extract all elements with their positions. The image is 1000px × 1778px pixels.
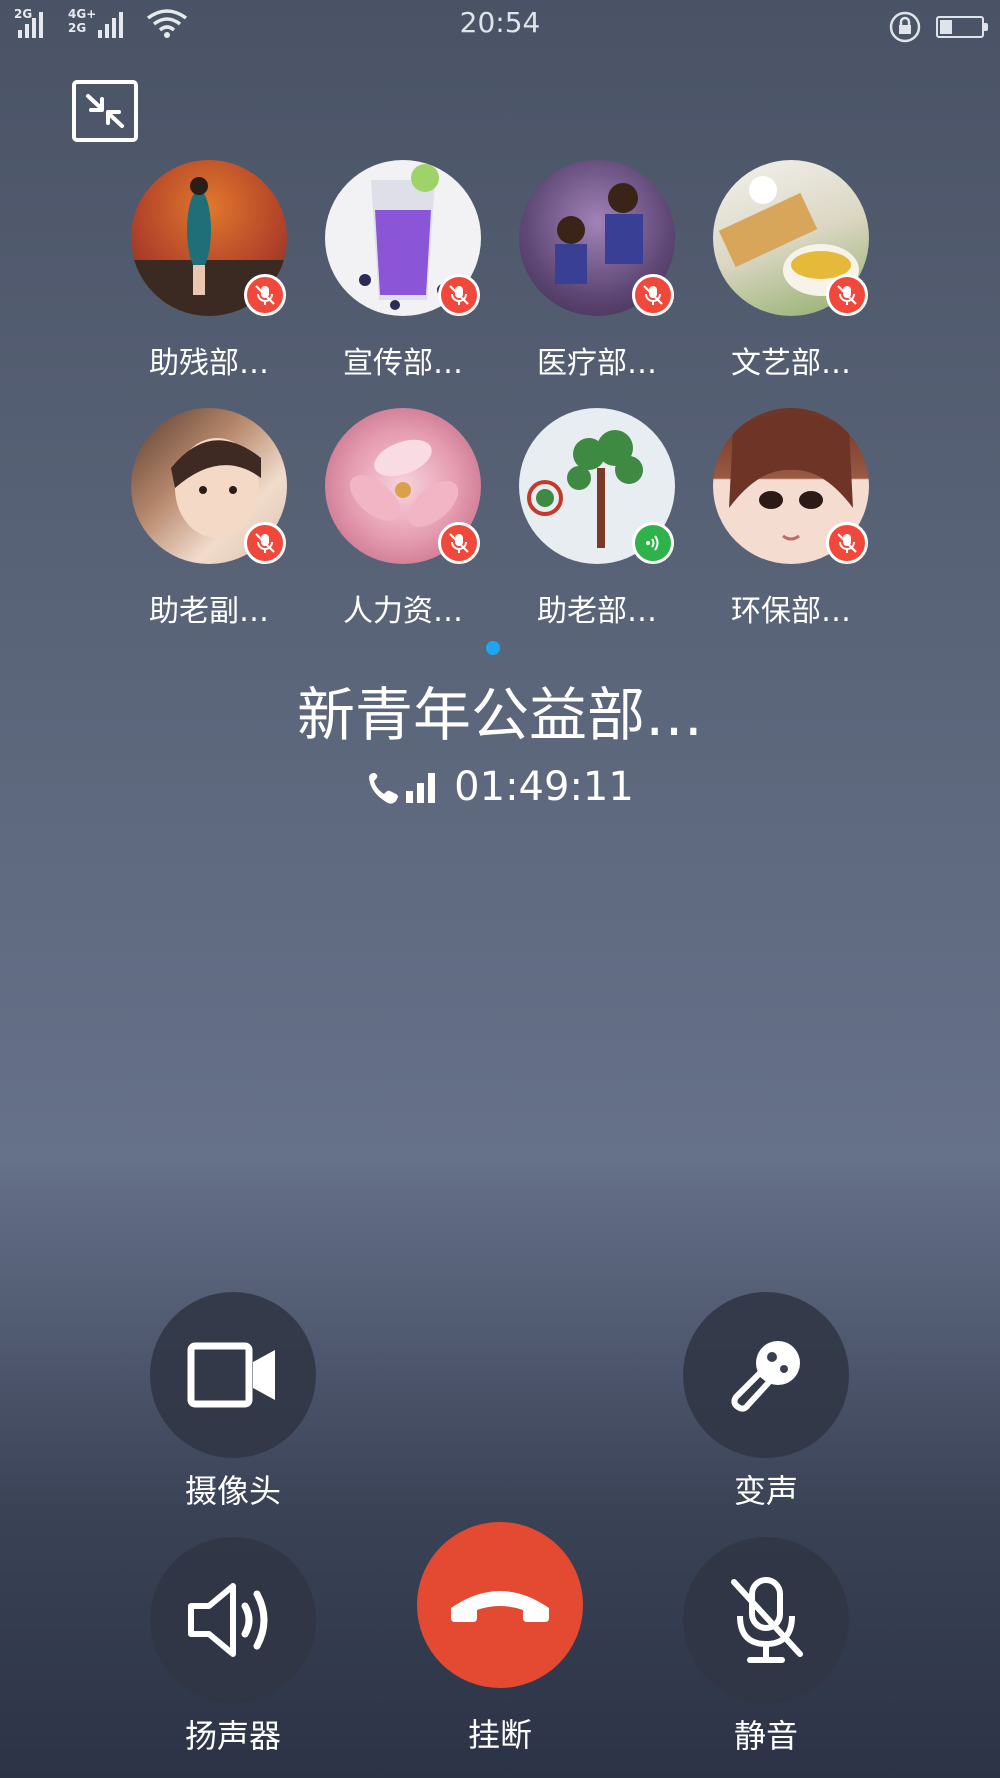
battery-level <box>940 20 952 34</box>
camera-icon <box>187 1342 275 1408</box>
hangup-label: 挂断 <box>467 1716 532 1754</box>
muted-badge <box>632 274 674 316</box>
participants-grid: 助残部… 宣传部… 医疗部… 文艺部… 助老副… 人力资… 助老部… 环保部… <box>120 160 900 638</box>
participant-tile[interactable]: 助老部… <box>508 408 702 638</box>
participant-name: 人力资… <box>343 594 463 629</box>
camera-label: 摄像头 <box>184 1472 281 1510</box>
call-info: 01:49:11 <box>0 764 1000 810</box>
mic-off-icon <box>837 533 857 553</box>
hangup-icon <box>451 1591 549 1622</box>
muted-badge <box>244 274 286 316</box>
mic-off-icon <box>643 285 663 305</box>
participant-tile[interactable]: 医疗部… <box>508 160 702 390</box>
mic-off-icon <box>731 1577 803 1663</box>
participant-name: 宣传部… <box>343 346 463 381</box>
speaker-control: 扬声器 <box>150 1537 316 1757</box>
camera-button[interactable] <box>150 1292 316 1458</box>
muted-badge <box>244 522 286 564</box>
participant-name: 助老副… <box>149 594 269 629</box>
clock: 20:54 <box>459 6 541 39</box>
participant-name: 助残部… <box>149 346 269 381</box>
mic-off-icon <box>449 285 469 305</box>
speaker-button[interactable] <box>150 1537 316 1703</box>
speaker-icon <box>188 1583 268 1657</box>
participant-name: 助老部… <box>537 594 657 629</box>
participant-tile[interactable]: 人力资… <box>314 408 508 638</box>
muted-badge <box>826 274 868 316</box>
participant-tile[interactable]: 助老副… <box>120 408 314 638</box>
call-duration: 01:49:11 <box>454 764 634 810</box>
voice-changer-button[interactable] <box>683 1292 849 1458</box>
participant-name: 文艺部… <box>731 346 851 381</box>
mic-off-icon <box>255 533 275 553</box>
voice-changer-label: 变声 <box>733 1472 798 1510</box>
status-right <box>888 10 988 44</box>
page-indicator <box>486 641 500 655</box>
minimize-icon <box>86 94 124 128</box>
mic-off-icon <box>255 285 275 305</box>
speaking-badge <box>632 522 674 564</box>
muted-badge <box>438 522 480 564</box>
minimize-button[interactable] <box>72 80 138 142</box>
participant-name: 医疗部… <box>537 346 657 381</box>
mute-label: 静音 <box>733 1717 798 1755</box>
muted-badge <box>826 522 868 564</box>
participant-tile[interactable]: 文艺部… <box>702 160 896 390</box>
hangup-control: 挂断 <box>417 1522 583 1756</box>
rotation-lock-icon <box>889 11 921 43</box>
hangup-button[interactable] <box>417 1522 583 1688</box>
battery-icon <box>936 16 988 38</box>
camera-control: 摄像头 <box>150 1292 316 1512</box>
voice-changer-control: 变声 <box>683 1292 849 1512</box>
mute-button[interactable] <box>683 1537 849 1703</box>
participant-tile[interactable]: 环保部… <box>702 408 896 638</box>
mic-off-icon <box>449 533 469 553</box>
voice-changer-icon <box>731 1341 800 1412</box>
status-bar: 2G 4G+ 2G 20:54 <box>0 0 1000 50</box>
speaking-icon <box>646 535 659 551</box>
participant-tile[interactable]: 助残部… <box>120 160 314 390</box>
mic-off-icon <box>837 285 857 305</box>
mute-control: 静音 <box>683 1537 849 1757</box>
call-signal-icon <box>369 773 436 804</box>
muted-badge <box>438 274 480 316</box>
speaker-label: 扬声器 <box>184 1717 281 1755</box>
group-name: 新青年公益部… <box>296 681 703 749</box>
participant-tile[interactable]: 宣传部… <box>314 160 508 390</box>
participant-name: 环保部… <box>731 594 851 629</box>
